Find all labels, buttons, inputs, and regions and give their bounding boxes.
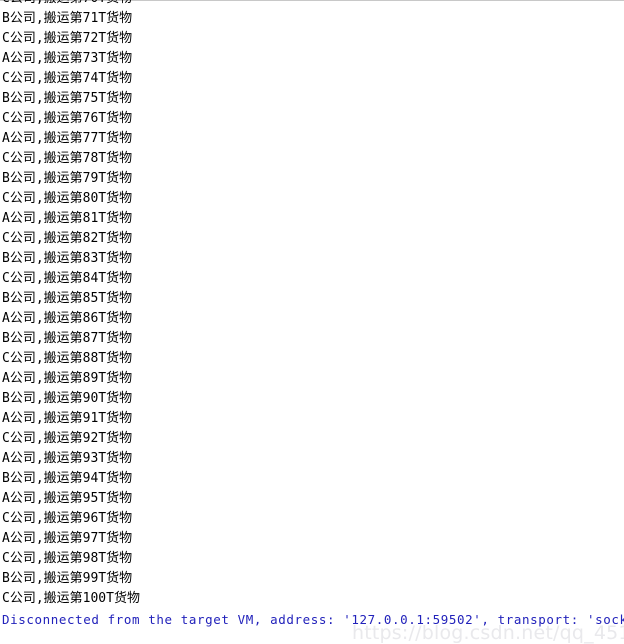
console-log-line: C公司,搬运第96T货物 xyxy=(2,511,133,526)
console-log-line: A公司,搬运第86T货物 xyxy=(2,311,133,326)
console-log-line: A公司,搬运第97T货物 xyxy=(2,531,133,546)
console-output-panel[interactable]: C公司,搬运第70T货物 B公司,搬运第71T货物 C公司,搬运第72T货物 A公司,… xyxy=(0,0,624,644)
console-log-line: B公司,搬运第79T货物 xyxy=(2,171,133,186)
console-log-line: B公司,搬运第99T货物 xyxy=(2,571,133,586)
console-log-line: A公司,搬运第95T货物 xyxy=(2,491,133,506)
console-log-line: A公司,搬运第91T货物 xyxy=(2,411,133,426)
console-log-list: C公司,搬运第70T货物 B公司,搬运第71T货物 C公司,搬运第72T货物 A公司,… xyxy=(0,0,624,630)
console-log-line: A公司,搬运第89T货物 xyxy=(2,371,133,386)
console-system-message: Disconnected from the target VM, address… xyxy=(2,612,624,627)
console-log-line: B公司,搬运第71T货物 xyxy=(2,11,133,26)
console-log-line: A公司,搬运第81T货物 xyxy=(2,211,133,226)
console-log-line: A公司,搬运第77T货物 xyxy=(2,131,133,146)
console-log-line: C公司,搬运第82T货物 xyxy=(2,231,133,246)
console-log-line: C公司,搬运第76T货物 xyxy=(2,111,133,126)
console-log-line: C公司,搬运第70T货物 xyxy=(0,0,624,9)
console-log-line: C公司,搬运第72T货物 xyxy=(2,31,133,46)
console-log-line: C公司,搬运第74T货物 xyxy=(2,71,133,86)
console-log-line: C公司,搬运第88T货物 xyxy=(2,351,133,366)
console-log-line: C公司,搬运第100T货物 xyxy=(2,591,140,606)
console-log-line: B公司,搬运第83T货物 xyxy=(2,251,133,266)
console-log-line: C公司,搬运第78T货物 xyxy=(2,151,133,166)
console-log-line: B公司,搬运第94T货物 xyxy=(2,471,133,486)
console-log-line: B公司,搬运第75T货物 xyxy=(2,91,133,106)
console-log-line: B公司,搬运第90T货物 xyxy=(2,391,133,406)
console-log-line: C公司,搬运第80T货物 xyxy=(2,191,133,206)
console-log-line: B公司,搬运第87T货物 xyxy=(2,331,133,346)
console-log-line: A公司,搬运第93T货物 xyxy=(2,451,133,466)
console-log-line: C公司,搬运第92T货物 xyxy=(2,431,133,446)
console-log-line: C公司,搬运第84T货物 xyxy=(2,271,133,286)
console-log-line: B公司,搬运第85T货物 xyxy=(2,291,133,306)
console-log-line: C公司,搬运第98T货物 xyxy=(2,551,133,566)
console-log-line: A公司,搬运第73T货物 xyxy=(2,51,133,66)
